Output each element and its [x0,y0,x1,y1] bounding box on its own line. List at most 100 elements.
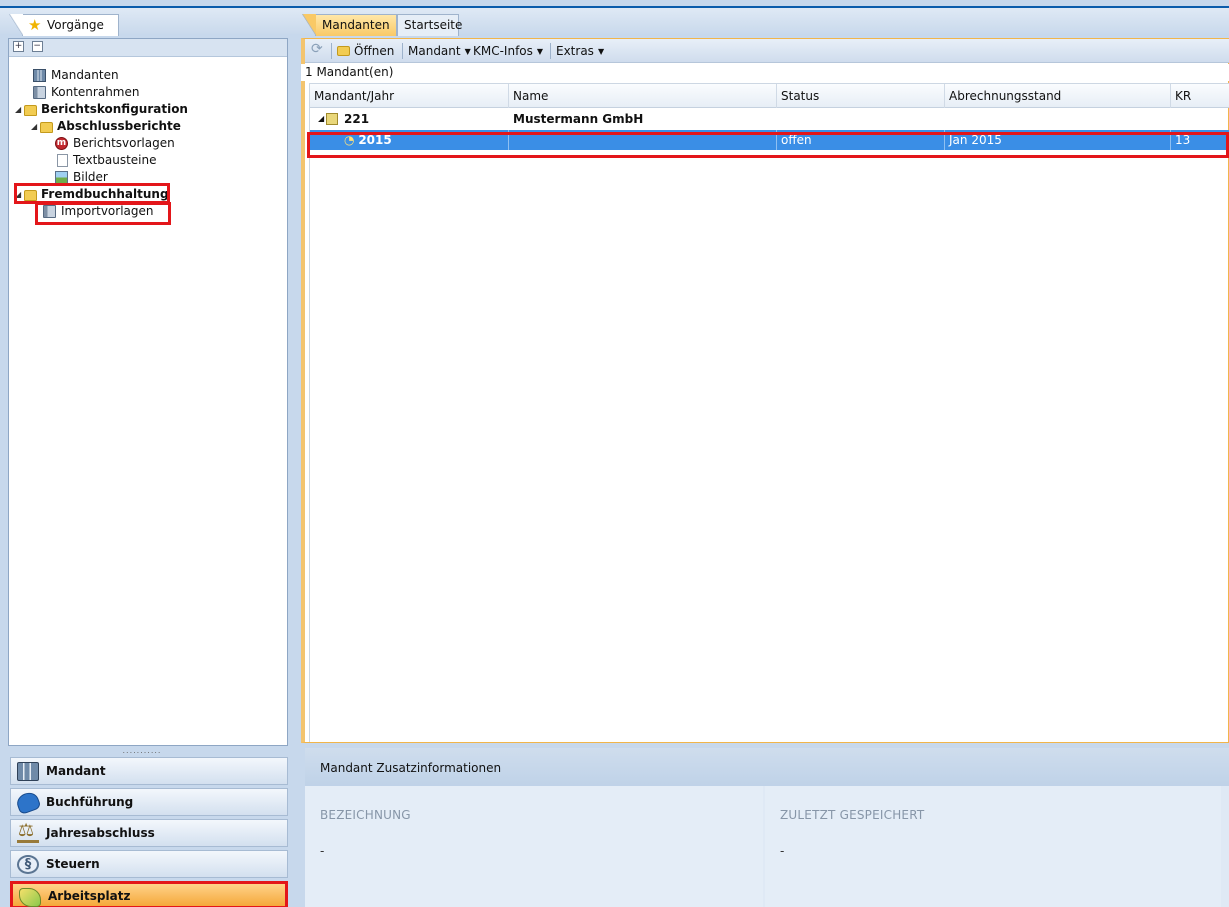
expand-arrow-icon[interactable]: ◢ [31,118,37,135]
document-icon [57,154,68,167]
column-header-name[interactable]: Name [509,84,777,108]
column-header-status[interactable]: Status [777,84,945,108]
tab-mandanten[interactable]: Mandanten [302,14,397,36]
nav-button-label: Arbeitsplatz [48,889,131,903]
book-icon [326,113,338,125]
info-label-bezeichnung: BEZEICHNUNG [320,808,411,822]
nav-button-buchfuehrung[interactable]: Buchführung [10,788,288,816]
mandanten-view: ⟳ Öffnen Mandant ▼ KMC-Infos ▼ Extras ▼ 1 M… [301,38,1229,743]
kmc-infos-menu[interactable]: KMC-Infos ▼ [473,44,543,58]
column-header-abrechnungsstand[interactable]: Abrechnungsstand [945,84,1171,108]
nav-button-steuern[interactable]: § Steuern [10,850,288,878]
document-tabstrip: Mandanten Startseite [297,6,1229,36]
tree-item-label: Textbausteine [73,153,157,167]
tree-item-label: Importvorlagen [61,204,154,218]
pane-splitter[interactable]: ........... [117,747,167,755]
folder-icon [337,46,350,56]
mandant-id: 221 [344,112,370,126]
navigation-tree: Mandanten Kontenrahmen ◢ Berichtskonfigu… [9,57,287,220]
workplace-icon [19,888,41,907]
nav-button-label: Mandant [46,764,106,778]
left-tabstrip: ★ Vorgänge [0,6,297,36]
right-pane: Mandanten Startseite ⟳ Öffnen Mandant ▼ K… [297,0,1229,907]
record-count: 1 Mandant(en) [301,64,1229,81]
info-value-zuletzt-gespeichert: - [780,844,785,858]
mandanten-grid: Mandant/Jahr Name Status Abrechnungsstan… [309,83,1229,742]
tree-item-abschlussberichte[interactable]: ◢ Abschlussberichte [9,118,287,135]
column-header-mandant-jahr[interactable]: Mandant/Jahr [310,84,509,108]
paragraph-icon: § [17,855,39,874]
tree-item-bilder[interactable]: Bilder [9,169,287,186]
book-icon [33,86,46,99]
open-button-label: Öffnen [354,44,395,58]
open-button[interactable]: Öffnen [337,44,394,58]
star-icon: ★ [28,16,42,34]
collapse-all-button[interactable]: − [31,41,43,52]
tree-item-importvorlagen[interactable]: Importvorlagen [9,203,287,220]
nav-button-jahresabschluss[interactable]: Jahresabschluss [10,819,288,847]
mandant-menu[interactable]: Mandant ▼ [408,44,471,58]
grid-icon [33,69,46,82]
toolbar-separator [550,43,551,59]
tree-panel: + − Mandanten Kontenrahmen ◢ Berichtskon… [8,38,288,746]
tree-item-mandanten[interactable]: Mandanten [9,67,287,84]
toolbar: ⟳ Öffnen Mandant ▼ KMC-Infos ▼ Extras ▼ [305,39,1229,63]
info-panel-title: Mandant Zusatzinformationen [305,748,1229,786]
folder-icon [24,190,37,201]
extras-menu-label: Extras [556,44,594,58]
tab-vorgaenge-label: Vorgänge [47,18,104,32]
tree-item-label: Berichtskonfiguration [41,102,188,116]
extras-menu[interactable]: Extras ▼ [556,44,604,58]
toolbar-separator [402,43,403,59]
tree-item-label: Berichtsvorlagen [73,136,175,150]
clock-icon: ◔ [344,133,355,147]
tree-item-label: Kontenrahmen [51,85,140,99]
info-label-zuletzt-gespeichert: ZULETZT GESPEICHERT [780,808,925,822]
tree-item-textbausteine[interactable]: Textbausteine [9,152,287,169]
info-value-bezeichnung: - [320,844,325,858]
grid-icon [17,762,39,781]
refresh-icon[interactable]: ⟳ [311,41,323,57]
tree-item-label: Fremdbuchhaltung [41,187,169,201]
column-header-kr[interactable]: KR [1171,84,1229,108]
cell-status: offen [777,130,945,150]
image-icon [55,171,68,184]
report-icon: m [55,137,68,150]
nav-button-mandant[interactable]: Mandant [10,757,288,785]
folder-icon [24,105,37,116]
tree-item-fremdbuchhaltung[interactable]: ◢ Fremdbuchhaltung [9,186,287,203]
scale-icon [17,820,39,843]
tree-item-label: Abschlussberichte [57,119,181,133]
nav-button-label: Jahresabschluss [46,826,155,840]
nav-button-label: Steuern [46,857,100,871]
folder-icon [40,122,53,133]
info-panel: Mandant Zusatzinformationen BEZEICHNUNG … [301,748,1229,907]
table-row-selected[interactable]: ◔ 2015 offen Jan 2015 13 [310,130,1229,150]
grid-header: Mandant/Jahr Name Status Abrechnungsstan… [310,84,1229,108]
tab-vorgaenge[interactable]: ★ Vorgänge [9,14,119,36]
dropdown-arrow-icon: ▼ [536,47,544,56]
tree-item-kontenrahmen[interactable]: Kontenrahmen [9,84,287,101]
table-row[interactable]: ◢ 221 Mustermann GmbH [310,109,1229,129]
tab-startseite[interactable]: Startseite [397,14,462,36]
expand-arrow-icon[interactable]: ◢ [15,101,21,118]
nav-button-label: Buchführung [46,795,134,809]
expand-arrow-icon[interactable]: ◢ [314,109,324,129]
tree-toolbar: + − [9,39,287,57]
toolbar-separator [331,43,332,59]
tree-item-berichtskonfiguration[interactable]: ◢ Berichtskonfiguration [9,101,287,118]
year-label: 2015 [358,133,392,147]
info-column-bezeichnung: BEZEICHNUNG - [305,786,763,907]
cell-kr: 13 [1175,133,1191,147]
expand-arrow-icon[interactable]: ◢ [15,186,21,203]
left-pane: ★ Vorgänge + − Mandanten Kontenrahmen ◢ … [0,0,297,907]
expand-all-button[interactable]: + [13,41,24,52]
cell-name [509,130,777,150]
cell-jahr: ◔ 2015 [310,130,509,150]
nav-button-arbeitsplatz[interactable]: Arbeitsplatz [10,881,288,907]
mandant-name: Mustermann GmbH [513,112,644,126]
mandant-menu-label: Mandant [408,44,461,58]
tree-item-berichtsvorlagen[interactable]: m Berichtsvorlagen [9,135,287,152]
dropdown-arrow-icon: ▼ [464,47,471,56]
cell-abrechnungsstand: Jan 2015 [945,130,1171,150]
